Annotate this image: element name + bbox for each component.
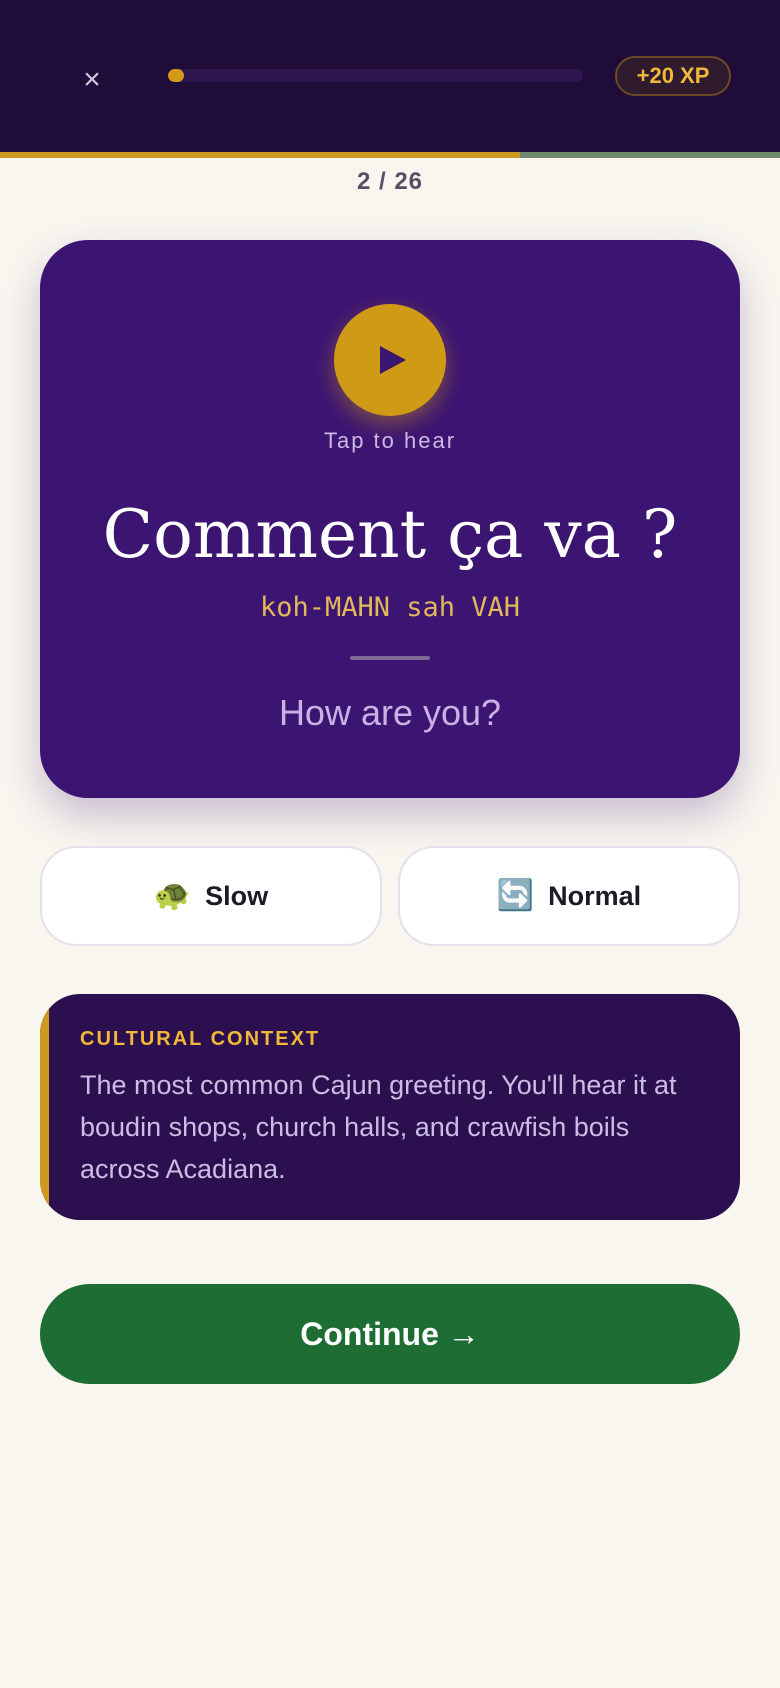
lesson-progress-bar [168, 69, 583, 82]
phrase-text: Comment ça va ? [102, 496, 678, 573]
normal-speed-button[interactable]: 🔄 Normal [398, 846, 740, 946]
card-counter: 2 / 26 [356, 168, 424, 195]
normal-speed-label: Normal [548, 880, 642, 911]
header-divider [0, 152, 780, 158]
context-title: CULTURAL CONTEXT [80, 1028, 321, 1050]
close-icon[interactable]: × [83, 65, 101, 95]
translation-text: How are you? [278, 692, 502, 733]
divider-green-segment [520, 152, 780, 158]
divider-gold-segment [0, 152, 520, 158]
continue-label: Continue → [300, 1315, 480, 1352]
tap-to-hear-label: Tap to hear [323, 428, 457, 453]
context-accent-bar [40, 994, 49, 1220]
pronunciation-text: koh-MAHN sah VAH [259, 592, 521, 623]
turtle-icon: 🐢 [153, 879, 192, 912]
play-icon [380, 346, 406, 374]
play-audio-button[interactable] [334, 304, 446, 416]
lesson-progress-fill [168, 69, 184, 82]
cultural-context-card: CULTURAL CONTEXT The most common Cajun g… [40, 994, 740, 1220]
close-button[interactable]: × [72, 60, 112, 100]
context-body: The most common Cajun greeting. You'll h… [80, 1070, 677, 1184]
repeat-icon: 🔄 [496, 879, 535, 912]
slow-speed-button[interactable]: 🐢 Slow [40, 846, 382, 946]
slow-speed-label: Slow [205, 880, 269, 911]
lesson-header: × +20 XP [0, 0, 780, 152]
continue-button[interactable]: Continue → [40, 1284, 740, 1384]
xp-badge: +20 XP [615, 56, 731, 96]
card-divider [350, 656, 430, 660]
phrase-card: Tap to hear Comment ça va ? koh-MAHN sah… [40, 240, 740, 798]
